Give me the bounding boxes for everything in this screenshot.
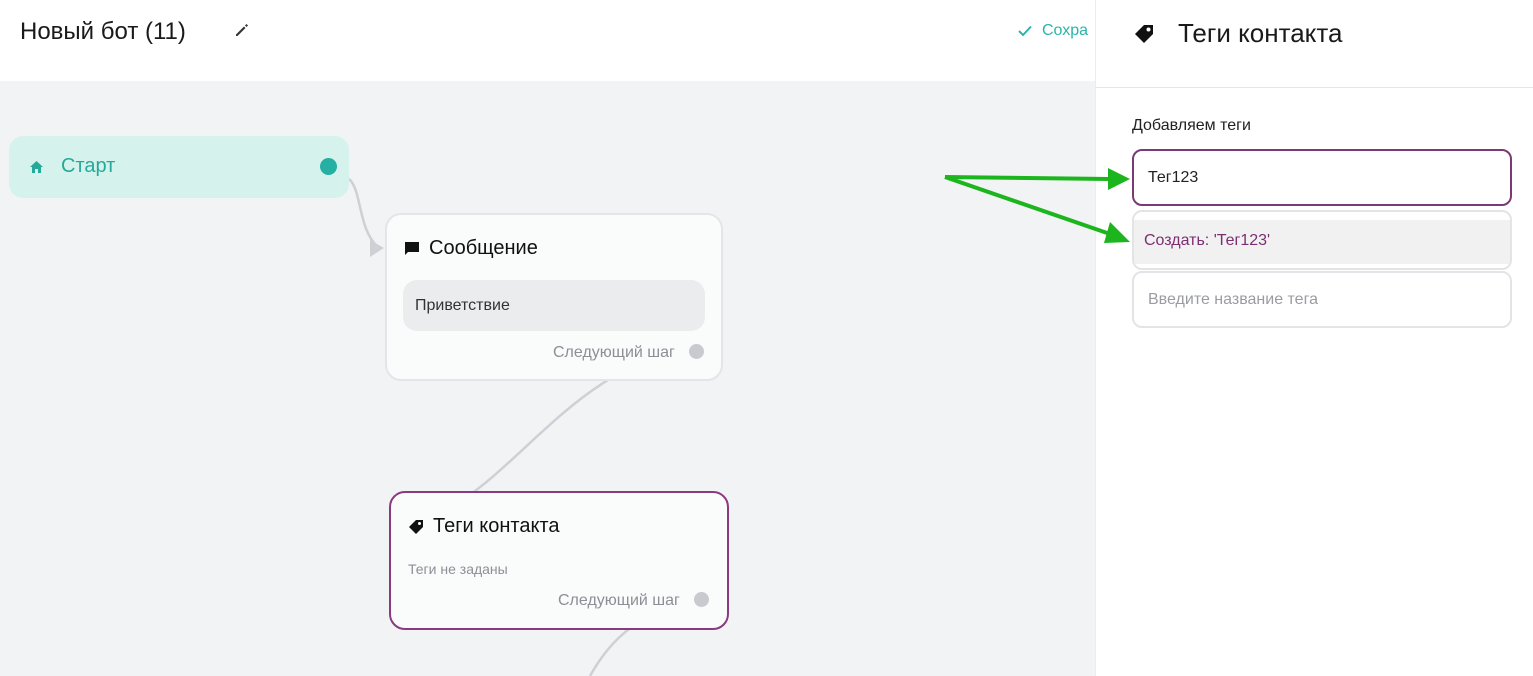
tag-icon [409, 519, 423, 534]
save-status: Сохра [1018, 22, 1088, 40]
tags-node-header: Теги контакта [408, 515, 559, 538]
save-status-label: Сохра [1042, 22, 1089, 39]
next-step-label: Следующий шаг [558, 592, 680, 609]
tags-node[interactable]: Теги контакта Теги не заданы Следующий ш… [389, 491, 729, 630]
start-node[interactable]: Старт [9, 136, 349, 198]
next-step-label: Следующий шаг [553, 344, 675, 361]
message-node-title: Сообщение [429, 237, 538, 259]
start-output-port[interactable] [320, 158, 337, 175]
tag-icon [1135, 25, 1153, 43]
create-tag-option[interactable]: Создать: 'Тег123' [1134, 220, 1510, 264]
edit-icon[interactable] [234, 22, 250, 38]
message-node-header: Сообщение [404, 237, 538, 260]
bot-title: Новый бот (11) [20, 18, 186, 45]
start-node-label: Старт [61, 155, 116, 177]
panel-title: Теги контакта [1178, 18, 1343, 48]
tag-suggestion-dropdown: Создать: 'Тег123' [1132, 210, 1512, 270]
next-step-port[interactable] [694, 592, 709, 607]
tags-node-title: Теги контакта [433, 515, 560, 537]
tags-empty-text: Теги не заданы [408, 561, 508, 577]
home-icon [30, 161, 43, 173]
message-node[interactable]: Сообщение Приветствие Следующий шаг [385, 213, 723, 381]
next-step-port[interactable] [689, 344, 704, 359]
tag-name-input[interactable] [1132, 271, 1512, 328]
tag-search-input[interactable] [1132, 149, 1512, 206]
add-tags-label: Добавляем теги [1132, 117, 1251, 134]
tags-panel: Теги контакта Добавляем теги Создать: 'Т… [1095, 0, 1533, 676]
message-icon [405, 241, 419, 255]
panel-header: Теги контакта [1096, 0, 1533, 88]
message-content[interactable]: Приветствие [403, 280, 705, 331]
check-icon [1018, 25, 1032, 37]
